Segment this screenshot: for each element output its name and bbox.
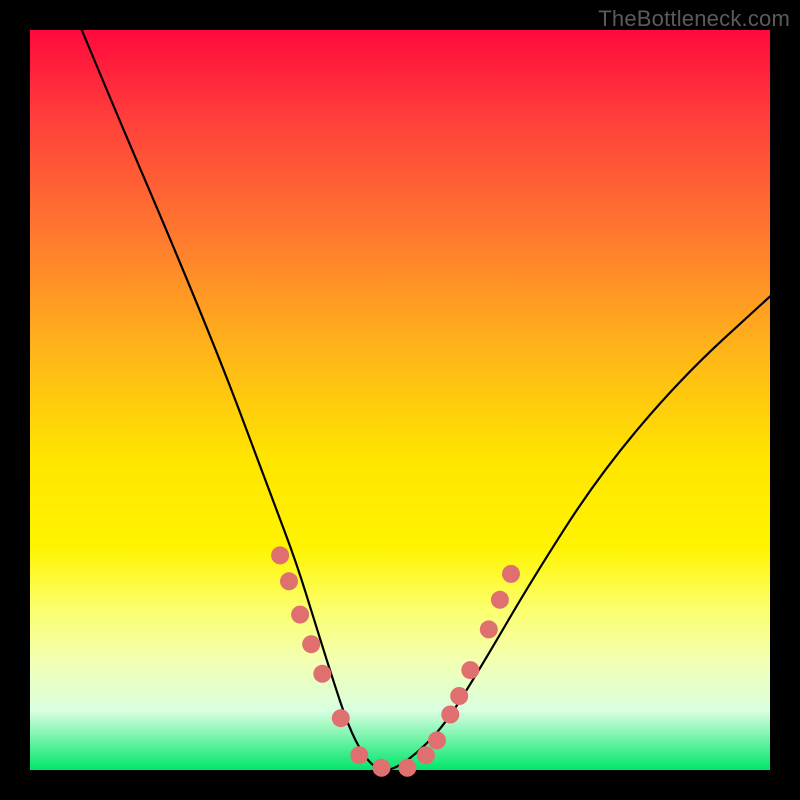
data-marker [428, 731, 446, 749]
data-marker [332, 709, 350, 727]
chart-frame: TheBottleneck.com [0, 0, 800, 800]
data-marker [441, 706, 459, 724]
data-marker [480, 620, 498, 638]
data-marker [450, 687, 468, 705]
data-marker [350, 746, 368, 764]
data-marker [502, 565, 520, 583]
data-marker [417, 746, 435, 764]
bottleneck-curve [82, 30, 770, 770]
data-marker [291, 606, 309, 624]
attribution-text: TheBottleneck.com [598, 6, 790, 32]
data-marker [313, 665, 331, 683]
data-marker [461, 661, 479, 679]
data-marker [280, 572, 298, 590]
data-marker [271, 546, 289, 564]
data-marker [302, 635, 320, 653]
chart-svg [30, 30, 770, 770]
data-marker [398, 759, 416, 777]
data-marker [491, 591, 509, 609]
data-marker [373, 759, 391, 777]
plot-area [30, 30, 770, 770]
